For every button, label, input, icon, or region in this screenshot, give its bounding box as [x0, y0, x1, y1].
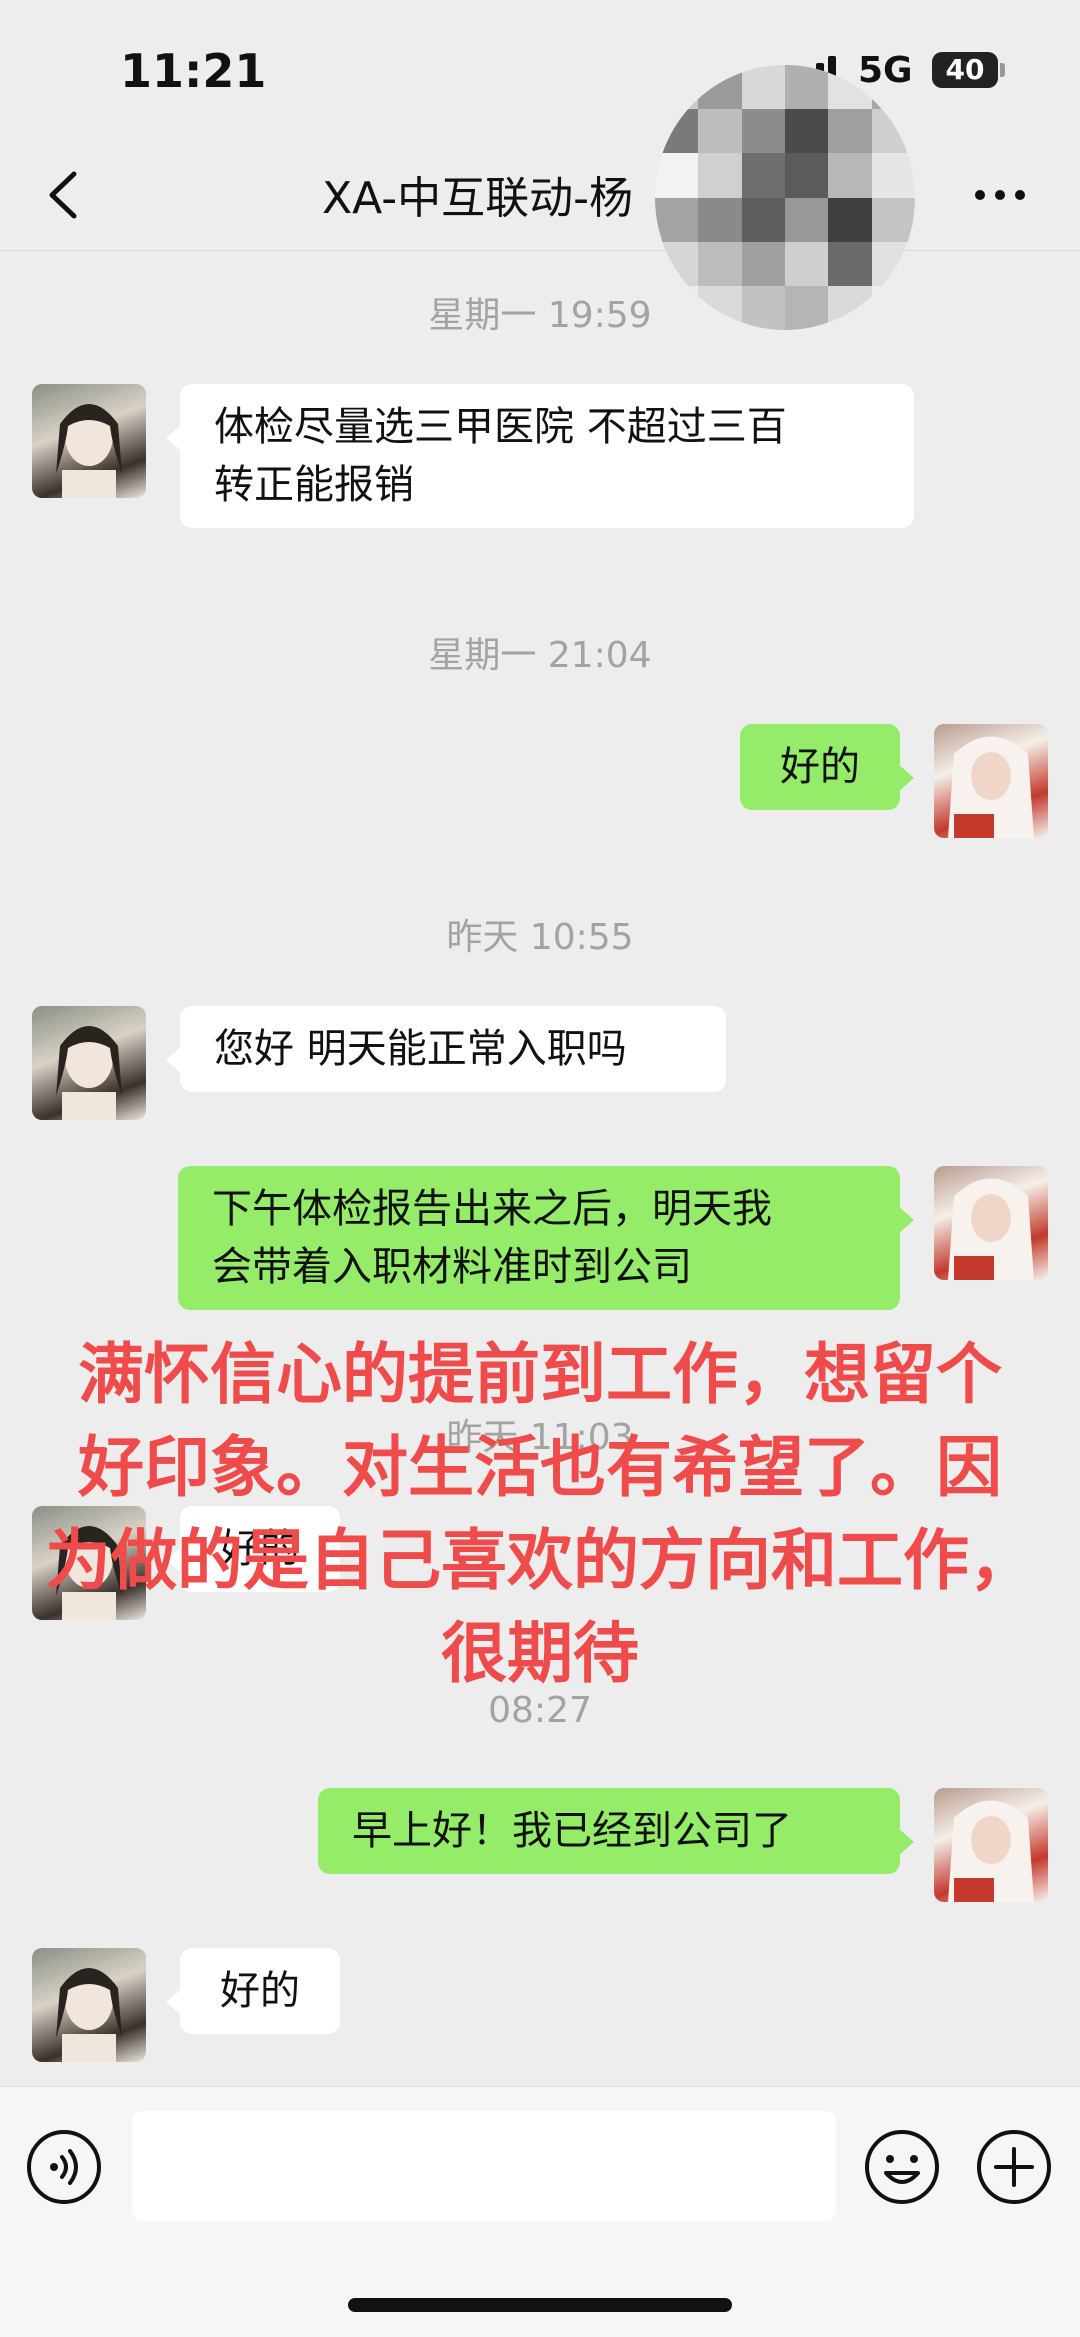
mosaic-cell: [784, 109, 829, 154]
mosaic-cell: [741, 153, 785, 198]
contact-avatar[interactable]: [32, 1948, 146, 2062]
overlay-caption: 满怀信心的提前到工作，想留个 好印象。对生活也有希望了。因 为做的是自己喜欢的方…: [20, 1328, 1060, 1700]
nav-bar: XA-中互联动-杨: [0, 140, 1080, 251]
message-text: 早上好！我已经到公司了: [352, 1808, 792, 1854]
mosaic-cell: [741, 197, 785, 242]
chat-title: XA-中互联动-杨: [322, 173, 634, 224]
status-bar: 11:21 5G 40: [0, 0, 1080, 140]
mosaic-cell: [828, 109, 872, 154]
timestamp: 星期一 19:59: [428, 295, 652, 336]
timestamp: 星期一 21:04: [428, 635, 652, 676]
more-options-button[interactable]: [970, 170, 1030, 220]
back-button[interactable]: [34, 160, 94, 230]
battery-level: 40: [945, 53, 985, 86]
message-text: 体检尽量选三甲医院 不超过三百: [214, 404, 787, 450]
timestamp: 昨天 10:55: [446, 917, 634, 958]
mosaic-cell: [784, 153, 829, 198]
mosaic-cell: [828, 197, 872, 242]
censor-mosaic: [655, 65, 915, 330]
mosaic-cell: [784, 197, 829, 242]
message-bubble-received[interactable]: 您好 明天能正常入职吗: [166, 1006, 726, 1092]
message-text: 转正能报销: [214, 462, 414, 508]
mosaic-cell: [655, 197, 699, 242]
message-bubble-sent[interactable]: 下午体检报告出来之后，明天我 会带着入职材料准时到公司: [178, 1166, 914, 1310]
my-avatar[interactable]: [934, 724, 1048, 838]
message-text: 好的: [220, 1968, 300, 2014]
message-text: 好的: [780, 744, 860, 790]
caption-line: 很期待: [441, 1615, 639, 1692]
contact-avatar[interactable]: [32, 384, 146, 498]
mosaic-cell: [871, 153, 915, 198]
mosaic-cell: [784, 285, 829, 330]
my-avatar[interactable]: [934, 1166, 1048, 1280]
status-time: 11:21: [120, 44, 267, 98]
voice-icon[interactable]: [24, 2127, 104, 2207]
emoji-icon[interactable]: [862, 2127, 942, 2207]
mosaic-cell: [698, 109, 742, 154]
message-bubble-sent[interactable]: 早上好！我已经到公司了: [318, 1788, 914, 1874]
message-text: 下午体检报告出来之后，明天我: [212, 1186, 772, 1232]
mosaic-cell: [698, 153, 742, 198]
mosaic-cell: [698, 241, 742, 286]
message-bubble-sent[interactable]: 好的: [740, 724, 914, 810]
mosaic-cell: [871, 197, 915, 242]
battery-icon: 40: [932, 52, 998, 88]
battery-tip: [1000, 63, 1005, 77]
plus-icon[interactable]: [974, 2127, 1054, 2207]
mosaic-cell: [828, 153, 872, 198]
mosaic-cell: [698, 197, 742, 242]
caption-line: 满怀信心的提前到工作，想留个: [78, 1336, 1002, 1413]
mosaic-cell: [741, 109, 785, 154]
caption-line: 为做的是自己喜欢的方向和工作，: [45, 1522, 1035, 1599]
message-input[interactable]: [132, 2111, 836, 2221]
message-bubble-received[interactable]: 体检尽量选三甲医院 不超过三百 转正能报销: [166, 384, 914, 528]
contact-avatar[interactable]: [32, 1006, 146, 1120]
message-bubble-received[interactable]: 好的: [166, 1948, 340, 2034]
my-avatar[interactable]: [934, 1788, 1048, 1902]
message-text: 会带着入职材料准时到公司: [212, 1244, 692, 1290]
network-label: 5G: [858, 50, 913, 91]
mosaic-cell: [784, 241, 829, 286]
message-text: 您好 明天能正常入职吗: [214, 1026, 627, 1072]
mosaic-cell: [655, 153, 699, 198]
mosaic-cell: [741, 285, 785, 330]
home-indicator[interactable]: [348, 2298, 732, 2312]
mosaic-cell: [741, 241, 785, 286]
caption-line: 好印象。对生活也有希望了。因: [78, 1429, 1002, 1506]
mosaic-cell: [741, 65, 785, 110]
mosaic-cell: [784, 65, 829, 110]
mosaic-cell: [828, 241, 872, 286]
chat-screen: 11:21 5G 40 XA-中互联动-杨 星期一 19:59 体检尽量选三甲医…: [0, 0, 1080, 2337]
